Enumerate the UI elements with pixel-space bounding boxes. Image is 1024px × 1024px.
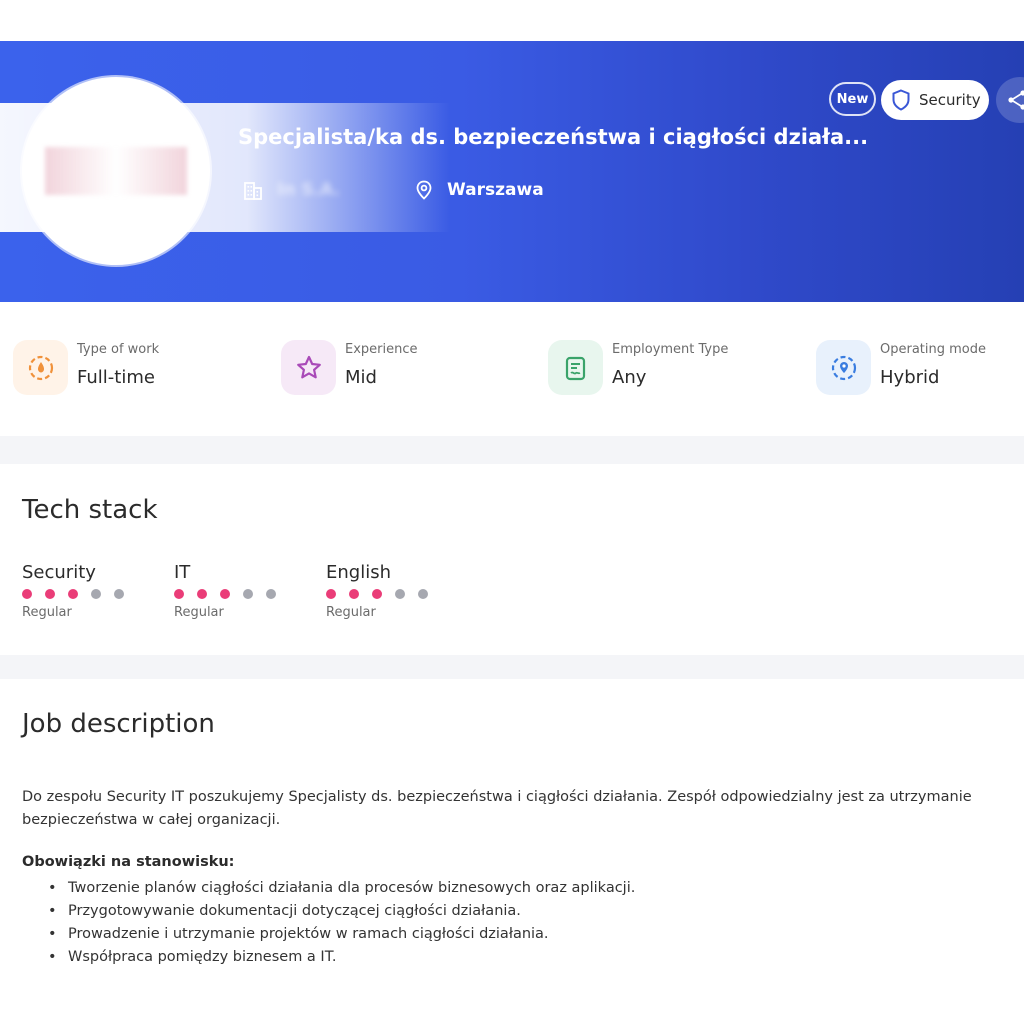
job-header-banner: Specjalista/ka ds. bezpieczeństwa i ciąg… <box>0 41 1024 302</box>
company-name[interactable]: In S.A. <box>277 180 397 200</box>
skill-dot-empty <box>395 589 405 599</box>
clock-icon <box>13 340 68 395</box>
skill-dot-filled <box>68 589 78 599</box>
skill-level-dots <box>174 589 289 599</box>
skill-dot-filled <box>22 589 32 599</box>
list-item: Prowadzenie i utrzymanie projektów w ram… <box>48 923 635 946</box>
skill-dot-filled <box>220 589 230 599</box>
company-logo-mark <box>45 147 187 195</box>
location-pin-icon <box>816 340 871 395</box>
skill-security: Security Regular <box>22 562 137 620</box>
duties-title: Obowiązki na stanowisku: <box>22 854 235 870</box>
skill-english: English Regular <box>326 562 441 620</box>
skill-level-label: Regular <box>22 605 72 620</box>
location-pin-icon <box>416 180 432 200</box>
attribute-label: Employment Type <box>612 342 729 357</box>
new-badge: New <box>829 82 876 116</box>
star-icon <box>281 340 336 395</box>
job-location: Warszawa <box>447 180 544 200</box>
skill-level-label: Regular <box>174 605 224 620</box>
skill-dot-filled <box>349 589 359 599</box>
attribute-value: Hybrid <box>880 367 940 388</box>
skill-level-label: Regular <box>326 605 376 620</box>
attribute-value: Full-time <box>77 367 155 388</box>
skill-dot-empty <box>266 589 276 599</box>
skill-dot-filled <box>45 589 55 599</box>
top-strip <box>0 0 1024 41</box>
share-button[interactable] <box>996 77 1024 123</box>
attribute-value: Any <box>612 367 647 388</box>
skill-name: English <box>326 562 391 583</box>
job-description-title: Job description <box>22 709 215 739</box>
company-location-row: In S.A. Warszawa <box>243 178 544 202</box>
category-badge[interactable]: Security <box>881 80 989 120</box>
section-divider <box>0 655 1024 679</box>
skill-name: Security <box>22 562 96 583</box>
skill-dot-empty <box>243 589 253 599</box>
skill-name: IT <box>174 562 191 583</box>
list-item: Tworzenie planów ciągłości działania dla… <box>48 877 635 900</box>
skill-level-dots <box>22 589 137 599</box>
job-description-intro: Do zespołu Security IT poszukujemy Specj… <box>22 789 972 828</box>
skill-dot-empty <box>114 589 124 599</box>
skill-dot-empty <box>418 589 428 599</box>
category-badge-label: Security <box>919 91 981 109</box>
job-attributes: Type of work Full-time Experience Mid Em… <box>0 302 1024 436</box>
contract-icon <box>548 340 603 395</box>
skill-level-dots <box>326 589 441 599</box>
share-icon <box>1008 90 1024 110</box>
attribute-value: Mid <box>345 367 377 388</box>
attribute-label: Operating mode <box>880 342 986 357</box>
building-icon <box>244 182 262 200</box>
skill-dot-filled <box>372 589 382 599</box>
attribute-label: Type of work <box>77 342 160 357</box>
skill-dot-filled <box>197 589 207 599</box>
list-item: Przygotowywanie dokumentacji dotyczącej … <box>48 900 635 923</box>
job-title: Specjalista/ka ds. bezpieczeństwa i ciąg… <box>238 125 869 149</box>
skill-dot-empty <box>91 589 101 599</box>
duties-list: Tworzenie planów ciągłości działania dla… <box>22 877 635 969</box>
skill-dot-filled <box>174 589 184 599</box>
shield-icon <box>892 89 910 111</box>
skill-it: IT Regular <box>174 562 289 620</box>
skill-dot-filled <box>326 589 336 599</box>
section-divider <box>0 436 1024 464</box>
attribute-label: Experience <box>345 342 418 357</box>
list-item: Współpraca pomiędzy biznesem a IT. <box>48 946 635 969</box>
tech-stack-title: Tech stack <box>22 495 158 525</box>
